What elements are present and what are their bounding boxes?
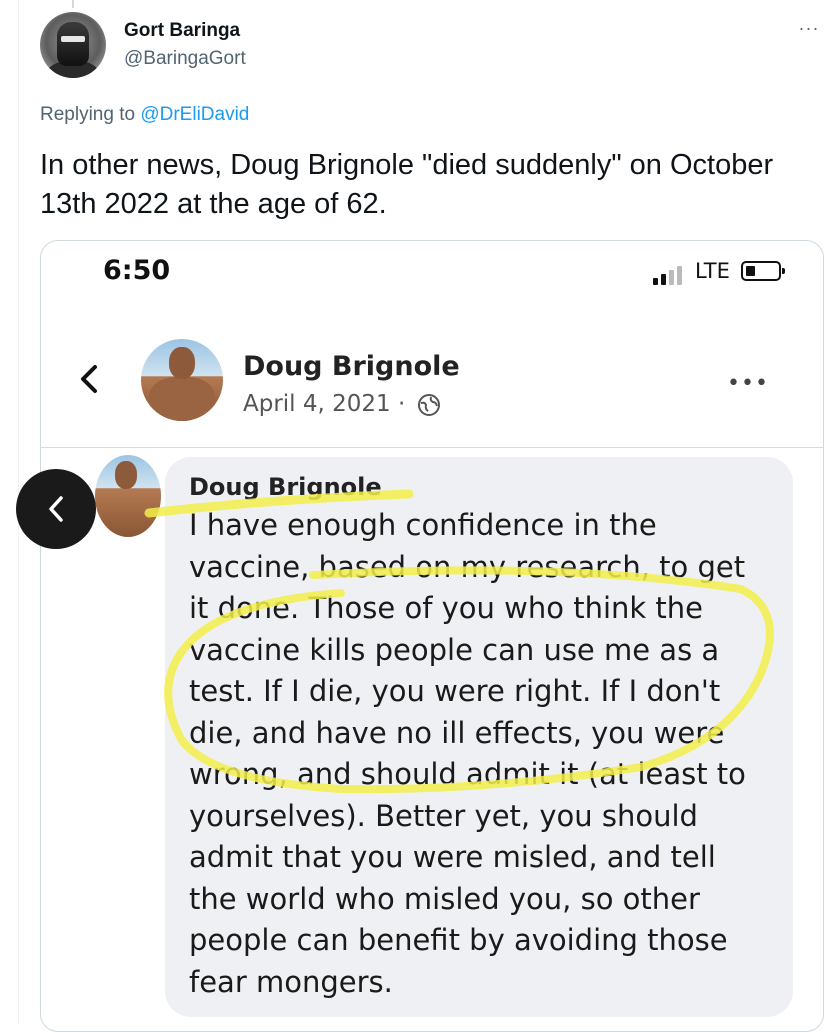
comment-bubble: Doug Brignole I have enough confidence i… [165,457,793,1017]
post-author-name[interactable]: Doug Brignole [243,351,460,382]
post-date: April 4, 2021 · [243,391,441,417]
post-author-avatar[interactable] [141,339,223,421]
back-chevron-icon[interactable] [75,359,105,399]
network-label: LTE [695,259,730,283]
phone-status-time: 6:50 [103,255,171,286]
author-name[interactable]: Gort Baringa [124,20,240,42]
replying-to-prefix: Replying to [40,104,141,125]
thread-connector-line [72,0,74,8]
replying-to-link[interactable]: @DrEliDavid [140,104,249,125]
comment-author-name[interactable]: Doug Brignole [189,473,382,501]
author-handle[interactable]: @BaringaGort [124,48,246,70]
chevron-left-icon [49,496,63,522]
battery-icon [741,261,785,281]
post-divider [41,447,823,448]
carousel-prev-button[interactable] [16,469,96,549]
signal-strength-icon [653,263,693,285]
post-date-text: April 4, 2021 · [243,391,406,417]
comment-author-avatar[interactable] [95,455,161,537]
comment-body: I have enough confidence in the vaccine,… [189,508,746,999]
author-avatar[interactable] [40,12,106,78]
globe-icon [417,393,440,416]
post-more-icon[interactable]: ••• [727,371,769,396]
more-options-icon[interactable]: ··· [796,18,822,38]
tweet-media-image[interactable]: 6:50 LTE Doug Brignole April 4, 2021 · •… [40,240,824,1032]
tweet-text: In other news, Doug Brignole "died sudde… [40,149,774,220]
replying-to-line: Replying to @DrEliDavid [40,104,249,126]
